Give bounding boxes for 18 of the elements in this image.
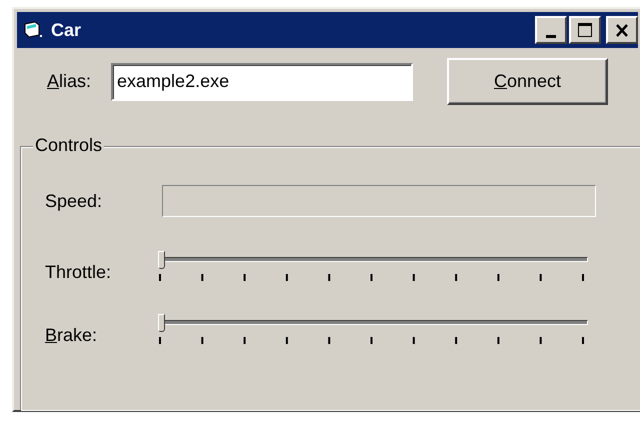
alias-label: Alias: [47, 71, 92, 92]
close-icon [615, 24, 629, 36]
tick-marks-icon [158, 274, 586, 282]
slider-thumb[interactable] [158, 250, 165, 268]
minimize-button[interactable] [535, 16, 567, 44]
close-button[interactable] [606, 16, 638, 44]
tick-marks-icon [158, 336, 586, 344]
slider-thumb[interactable] [158, 314, 165, 332]
maximize-icon [577, 22, 593, 38]
alias-field[interactable]: example2.exe [111, 62, 414, 100]
maximize-button[interactable] [569, 16, 601, 44]
connect-button[interactable]: Connect [447, 58, 608, 105]
minimize-icon [546, 34, 556, 38]
app-icon [23, 21, 43, 39]
slider-label: Throttle: [45, 262, 112, 283]
window-title: Car [51, 20, 82, 40]
slider-label: Brake: [45, 325, 98, 346]
speed-label: Speed: [45, 190, 102, 212]
